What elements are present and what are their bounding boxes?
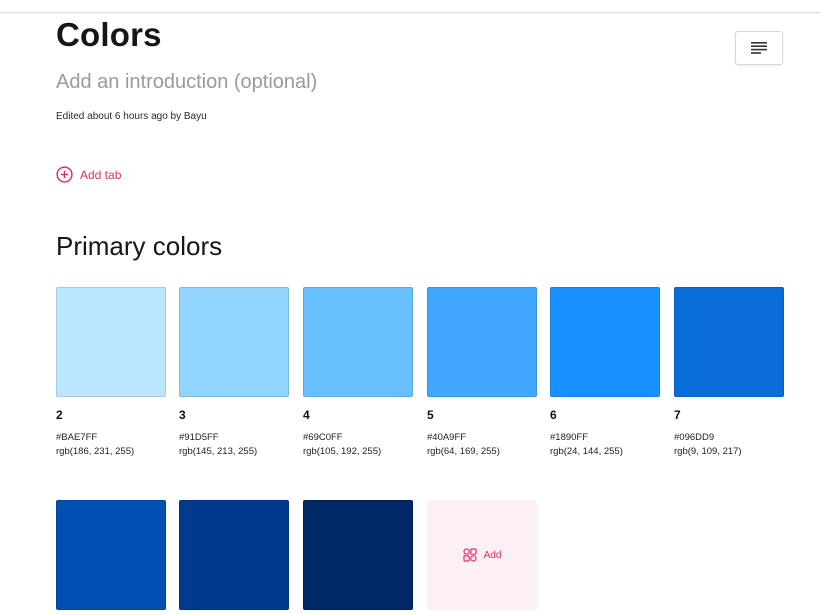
swatch-rgb: rgb(24, 144, 255) bbox=[550, 446, 623, 457]
add-swatch-button[interactable]: Add bbox=[427, 500, 537, 610]
swatch-hex: #1890FF bbox=[550, 432, 589, 443]
add-tab-label: Add tab bbox=[80, 167, 122, 182]
page-title: Colors bbox=[56, 16, 162, 53]
add-tab-button[interactable]: Add tab bbox=[56, 166, 121, 183]
color-swatch[interactable] bbox=[179, 287, 289, 397]
section-title: Primary colors bbox=[56, 231, 223, 261]
swatch-name: 3 bbox=[179, 408, 186, 422]
color-swatch[interactable] bbox=[674, 287, 784, 397]
swatch-rgb: rgb(9, 109, 217) bbox=[674, 446, 742, 457]
swatch-card: 2 #BAE7FF rgb(186, 231, 255) bbox=[56, 287, 166, 459]
swatch-name: 5 bbox=[427, 408, 434, 422]
swatch-rgb: rgb(145, 213, 255) bbox=[179, 446, 258, 457]
swatch-hex: #BAE7FF bbox=[56, 432, 98, 443]
swatch-card bbox=[303, 500, 413, 610]
color-swatch[interactable] bbox=[427, 287, 537, 397]
color-swatch[interactable] bbox=[179, 500, 289, 610]
swatch-name: 4 bbox=[303, 408, 310, 422]
swatch-card bbox=[179, 500, 289, 610]
edited-meta: Edited about 6 hours ago by Bayu bbox=[56, 111, 207, 122]
swatch-name: 7 bbox=[674, 408, 681, 422]
swatch-hex: #40A9FF bbox=[427, 432, 467, 443]
swatch-card: 3 #91D5FF rgb(145, 213, 255) bbox=[179, 287, 289, 459]
swatch-rgb: rgb(186, 231, 255) bbox=[56, 446, 135, 457]
swatch-card bbox=[56, 500, 166, 610]
swatch-name: 2 bbox=[56, 408, 63, 422]
color-swatch[interactable] bbox=[550, 287, 660, 397]
color-swatch[interactable] bbox=[56, 500, 166, 610]
swatch-hex: #91D5FF bbox=[179, 432, 219, 443]
swatch-rgb: rgb(105, 192, 255) bbox=[303, 446, 382, 457]
top-bar bbox=[0, 0, 820, 13]
swatch-hex: #69C0FF bbox=[303, 432, 343, 443]
swatch-card: 6 #1890FF rgb(24, 144, 255) bbox=[550, 287, 660, 459]
table-of-contents-button[interactable] bbox=[735, 31, 783, 65]
color-swatch[interactable] bbox=[56, 287, 166, 397]
shapes-icon bbox=[462, 548, 477, 562]
swatch-card: 5 #40A9FF rgb(64, 169, 255) bbox=[427, 287, 537, 459]
intro-placeholder[interactable]: Add an introduction (optional) bbox=[56, 71, 317, 94]
swatch-card: 4 #69C0FF rgb(105, 192, 255) bbox=[303, 287, 413, 459]
color-swatch[interactable] bbox=[303, 287, 413, 397]
menu-lines-icon bbox=[751, 42, 767, 54]
color-swatch[interactable] bbox=[303, 500, 413, 610]
add-swatch-label: Add bbox=[483, 549, 502, 561]
swatch-hex: #096DD9 bbox=[674, 432, 715, 443]
swatch-card: 7 #096DD9 rgb(9, 109, 217) bbox=[674, 287, 784, 459]
swatch-name: 6 bbox=[550, 408, 557, 422]
swatch-rgb: rgb(64, 169, 255) bbox=[427, 446, 500, 457]
plus-circle-icon bbox=[56, 166, 73, 183]
